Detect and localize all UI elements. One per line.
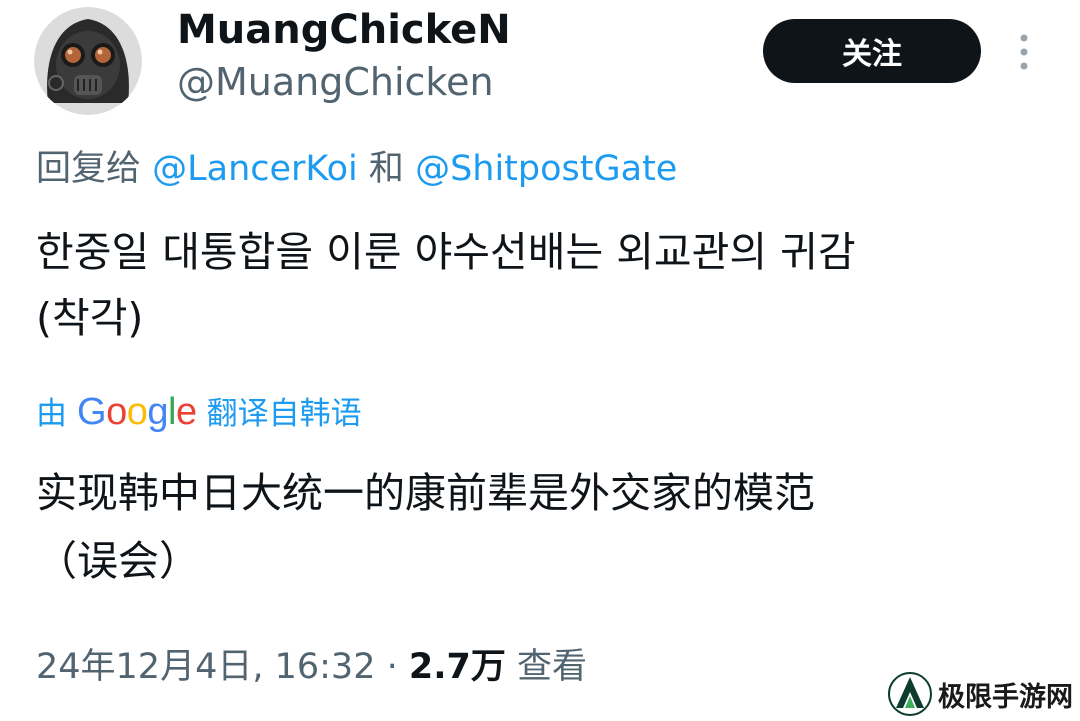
translated-by-google-link[interactable]: 由 Google 翻译自韩语 [36, 391, 362, 434]
tweet-meta: 24年12月4日, 16:32 · 2.7万 查看 [36, 648, 587, 687]
watermark-logo-icon [888, 672, 932, 716]
translated-text: 实现韩中日大统一的康前辈是外交家的模范 （误会） [36, 460, 1046, 595]
more-options-icon[interactable] [1014, 32, 1034, 72]
translate-prefix: 由 [36, 396, 67, 432]
tweet-body: 한중일 대통합을 이룬 야수선배는 외교관의 귀감 (착각) [36, 228, 856, 342]
author-handle[interactable]: @MuangChicken [177, 63, 494, 101]
reply-prefix: 回复给 [36, 149, 153, 189]
tweet-text: 한중일 대통합을 이룬 야수선배는 외교관의 귀감 (착각) [36, 220, 1046, 351]
google-logo-icon: Google [77, 391, 197, 433]
meta-separator: · [375, 647, 409, 687]
translate-suffix: 翻译自韩语 [206, 396, 362, 432]
mention-link-shitpostgate[interactable]: @ShitpostGate [415, 149, 677, 189]
author-display-name[interactable]: MuangChickeN [177, 10, 511, 50]
translated-body: 实现韩中日大统一的康前辈是外交家的模范 （误会） [36, 469, 815, 585]
avatar[interactable] [34, 7, 142, 115]
views-count: 2.7万 [408, 647, 506, 687]
mention-link-lancerkoi[interactable]: @LancerKoi [152, 149, 358, 189]
gas-mask-avatar-icon [34, 7, 142, 115]
follow-button[interactable]: 关注 [763, 19, 981, 83]
watermark-text: 极限手游网 [938, 681, 1073, 713]
views-label: 查看 [505, 647, 588, 687]
site-watermark: 极限手游网 [888, 672, 1073, 716]
reply-to-line: 回复给 @LancerKoi 和 @ShitpostGate [36, 150, 677, 189]
tweet-timestamp[interactable]: 24年12月4日, 16:32 [36, 647, 375, 687]
reply-connector: 和 [357, 149, 416, 189]
